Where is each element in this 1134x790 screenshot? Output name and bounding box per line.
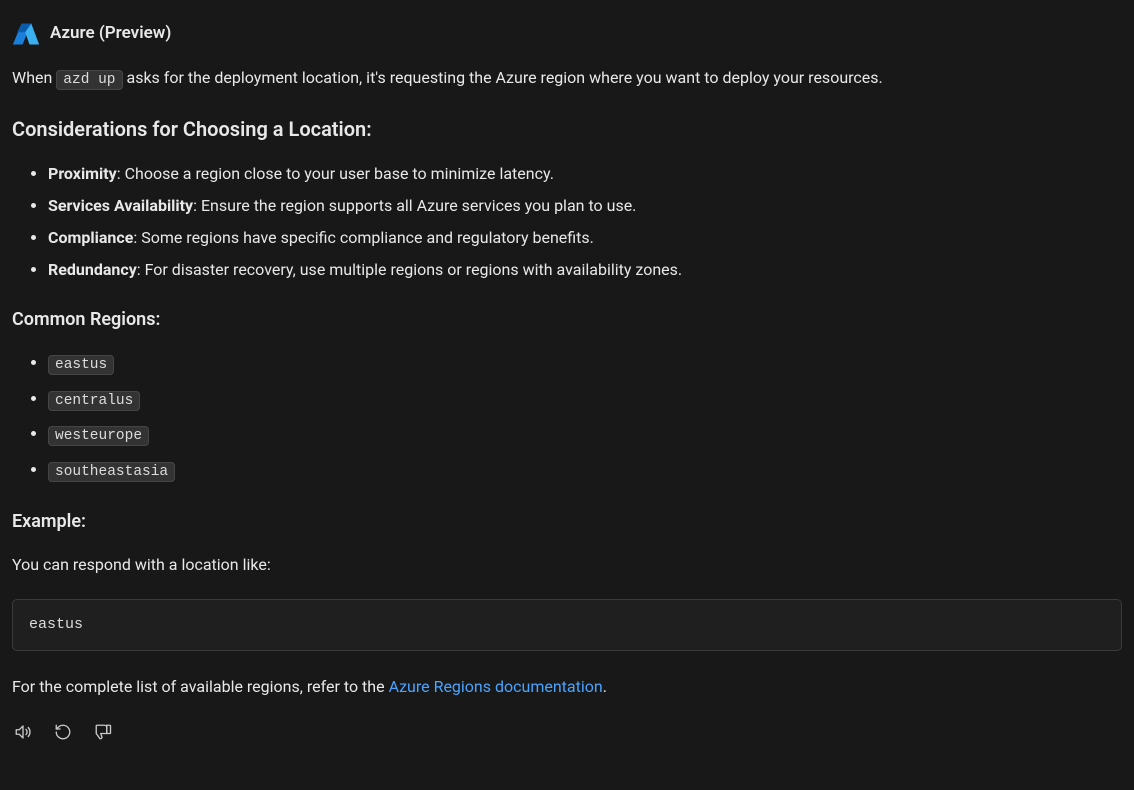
item-text: : Some regions have specific compliance … xyxy=(133,228,594,247)
intro-paragraph: When azd up asks for the deployment loca… xyxy=(12,66,1122,92)
item-text: : Ensure the region supports all Azure s… xyxy=(193,196,636,215)
response-header: Azure (Preview) xyxy=(12,20,1122,48)
item-label: Compliance xyxy=(48,228,133,247)
common-regions-heading: Common Regions: xyxy=(12,306,1122,333)
speaker-icon xyxy=(14,723,32,744)
intro-suffix: asks for the deployment location, it's r… xyxy=(123,68,883,87)
considerations-heading: Considerations for Choosing a Location: xyxy=(12,114,1122,144)
list-item: centralus xyxy=(48,387,1122,413)
common-regions-list: eastus centralus westeurope southeastasi… xyxy=(12,351,1122,484)
item-text: : Choose a region close to your user bas… xyxy=(117,164,554,183)
region-code: westeurope xyxy=(48,426,149,446)
response-actions xyxy=(12,721,1122,746)
footer-prefix: For the complete list of available regio… xyxy=(12,677,389,696)
list-item: Services Availability: Ensure the region… xyxy=(48,194,1122,218)
example-heading: Example: xyxy=(12,508,1122,535)
region-code: southeastasia xyxy=(48,462,175,482)
considerations-list: Proximity: Choose a region close to your… xyxy=(12,162,1122,282)
response-source-title: Azure (Preview) xyxy=(50,21,171,47)
footer-suffix: . xyxy=(603,677,607,696)
list-item: eastus xyxy=(48,351,1122,377)
footer-paragraph: For the complete list of available regio… xyxy=(12,675,1122,699)
azure-regions-doc-link[interactable]: Azure Regions documentation xyxy=(389,677,603,696)
item-label: Redundancy xyxy=(48,260,137,279)
read-aloud-button[interactable] xyxy=(12,721,34,746)
azure-icon xyxy=(12,20,40,48)
retry-icon xyxy=(54,723,72,744)
example-intro: You can respond with a location like: xyxy=(12,553,1122,577)
thumbs-down-icon xyxy=(94,723,112,744)
region-code: eastus xyxy=(48,355,114,375)
region-code: centralus xyxy=(48,391,140,411)
list-item: Proximity: Choose a region close to your… xyxy=(48,162,1122,186)
item-label: Proximity xyxy=(48,164,117,183)
list-item: Compliance: Some regions have specific c… xyxy=(48,226,1122,250)
list-item: Redundancy: For disaster recovery, use m… xyxy=(48,258,1122,282)
intro-prefix: When xyxy=(12,68,56,87)
intro-code: azd up xyxy=(56,70,122,90)
list-item: westeurope xyxy=(48,422,1122,448)
item-label: Services Availability xyxy=(48,196,193,215)
list-item: southeastasia xyxy=(48,458,1122,484)
item-text: : For disaster recovery, use multiple re… xyxy=(137,260,682,279)
dislike-button[interactable] xyxy=(92,721,114,746)
retry-button[interactable] xyxy=(52,721,74,746)
example-code-block: eastus xyxy=(12,599,1122,652)
